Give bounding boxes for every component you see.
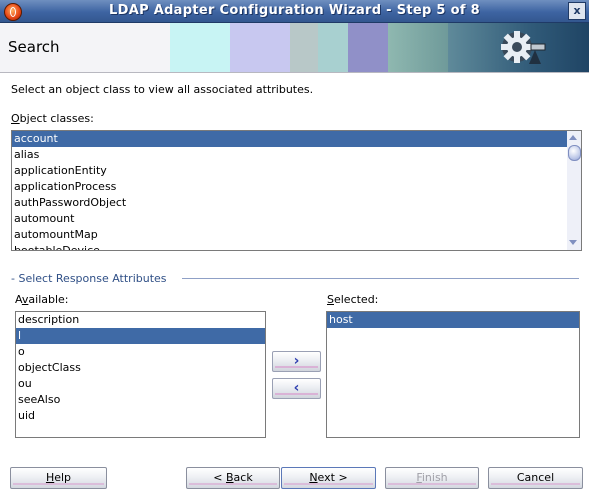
- wizard-banner: Search: [0, 23, 589, 73]
- list-item[interactable]: bootableDevice: [12, 243, 568, 250]
- banner-stripe: [170, 23, 230, 72]
- list-item[interactable]: description: [16, 312, 265, 328]
- selected-attributes-list[interactable]: host: [326, 311, 580, 438]
- list-item[interactable]: authPasswordObject: [12, 195, 568, 211]
- scroll-down-icon[interactable]: [569, 240, 577, 245]
- list-item[interactable]: automount: [12, 211, 568, 227]
- list-item[interactable]: o: [16, 344, 265, 360]
- close-icon[interactable]: x: [568, 2, 586, 20]
- scroll-thumb[interactable]: [568, 145, 581, 161]
- list-item[interactable]: applicationProcess: [12, 179, 568, 195]
- button-mnemonic: N: [309, 471, 318, 484]
- move-right-icon[interactable]: ›: [272, 351, 321, 372]
- label-text: A: [15, 293, 22, 306]
- page-title: Search: [8, 38, 60, 56]
- section-divider: [182, 278, 579, 279]
- button-label: elp: [54, 471, 72, 484]
- list-item[interactable]: host: [327, 312, 579, 328]
- window-title: LDAP Adapter Configuration Wizard - Step…: [109, 3, 480, 18]
- next-button[interactable]: Next >: [281, 467, 376, 489]
- button-mnemonic: H: [45, 471, 55, 484]
- label-text: elected:: [333, 293, 379, 306]
- list-item[interactable]: seeAlso: [16, 392, 265, 408]
- banner-stripe: [388, 23, 448, 72]
- list-item[interactable]: account: [12, 131, 568, 147]
- help-button[interactable]: Help: [10, 467, 107, 489]
- response-attributes-section-header[interactable]: - Select Response Attributes: [11, 272, 167, 285]
- button-label: ext >: [317, 471, 348, 484]
- move-left-icon[interactable]: ‹: [272, 378, 321, 399]
- list-item[interactable]: objectClass: [16, 360, 265, 376]
- finish-button[interactable]: Finish: [385, 467, 479, 489]
- gear-plug-icon: [501, 31, 546, 64]
- selected-label: Selected:: [327, 293, 378, 306]
- button-label: <: [213, 471, 226, 484]
- label-text: bject classes:: [19, 112, 94, 125]
- cancel-button[interactable]: Cancel: [488, 467, 583, 489]
- list-item[interactable]: automountMap: [12, 227, 568, 243]
- label-mnemonic: O: [11, 112, 20, 125]
- list-item[interactable]: uid: [16, 408, 265, 424]
- banner-stripe: [318, 23, 348, 72]
- button-label: inish: [421, 471, 448, 484]
- instruction-text: Select an object class to view all assoc…: [11, 83, 314, 96]
- title-bar: LDAP Adapter Configuration Wizard - Step…: [0, 0, 589, 23]
- list-item[interactable]: l: [16, 328, 265, 344]
- object-classes-scrollbar[interactable]: [567, 130, 582, 251]
- banner-stripe: [348, 23, 388, 72]
- label-mnemonic: S: [327, 293, 334, 306]
- list-item[interactable]: alias: [12, 147, 568, 163]
- label-text: ailable:: [28, 293, 69, 306]
- back-button[interactable]: < Back: [186, 467, 280, 489]
- list-item[interactable]: ou: [16, 376, 265, 392]
- available-attributes-list[interactable]: description l o objectClass ou seeAlso u…: [15, 311, 266, 438]
- button-mnemonic: B: [226, 471, 234, 484]
- banner-stripe: [290, 23, 318, 72]
- scroll-up-icon[interactable]: [569, 135, 577, 140]
- object-classes-list[interactable]: account alias applicationEntity applicat…: [11, 130, 569, 251]
- available-label: Available:: [15, 293, 69, 306]
- button-label: ack: [233, 471, 253, 484]
- list-item[interactable]: applicationEntity: [12, 163, 568, 179]
- object-classes-label: Object classes:: [11, 112, 94, 125]
- banner-stripe: [230, 23, 290, 72]
